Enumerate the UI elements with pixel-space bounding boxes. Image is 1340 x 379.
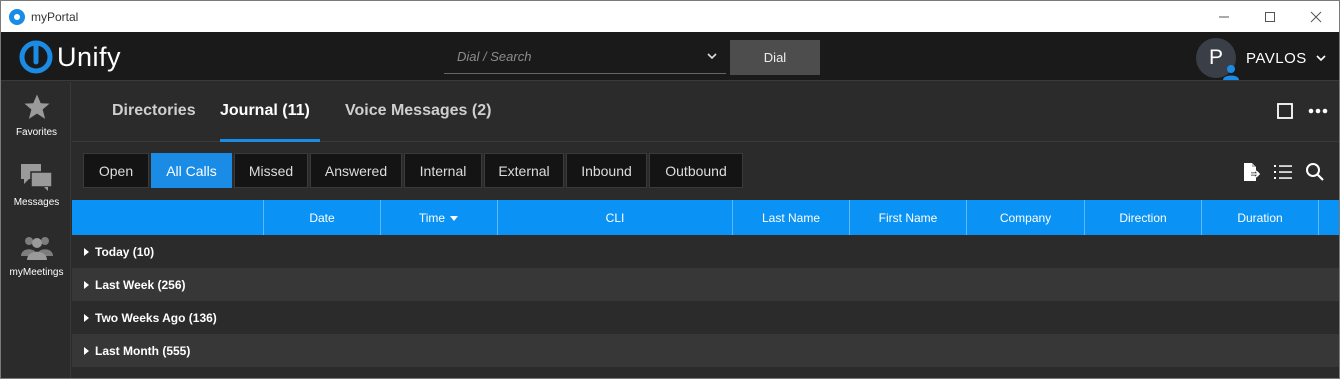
expand-triangle-icon [84, 280, 89, 289]
logo-text: Unify [57, 41, 122, 72]
group-label: Today (10) [95, 244, 155, 259]
window-controls [1201, 1, 1339, 32]
dial-button[interactable]: Dial [730, 40, 820, 75]
chevron-down-icon[interactable] [1315, 52, 1327, 64]
column-header-trailing [1319, 200, 1339, 235]
group-row-today[interactable]: Today (10) [72, 235, 1339, 268]
journal-groups: Today (10) Last Week (256) Two Weeks Ago… [72, 235, 1339, 367]
sort-descending-icon [450, 215, 459, 221]
column-header-expander [72, 200, 264, 235]
column-header-company[interactable]: Company [967, 200, 1085, 235]
grid-tools [1234, 160, 1330, 184]
minimize-button[interactable] [1201, 1, 1247, 32]
column-list-button[interactable] [1268, 160, 1298, 184]
column-header-label: Time [418, 210, 446, 225]
more-options-icon[interactable] [1308, 102, 1328, 120]
main-content: Directories Journal (11) Voice Messages … [72, 82, 1339, 378]
call-filters: Open All Calls Missed Answered Internal … [83, 153, 745, 188]
sidebar-item-label: myMeetings [9, 267, 64, 278]
unify-logo-icon [19, 40, 53, 74]
user-menu[interactable]: P PAVLOS [1196, 38, 1327, 80]
filter-answered-button[interactable]: Answered [310, 153, 402, 188]
minimize-icon [1219, 16, 1229, 17]
expand-triangle-icon [84, 247, 89, 256]
tab-voice-messages[interactable]: Voice Messages (2) [345, 102, 491, 120]
dial-search-input[interactable] [444, 40, 684, 72]
app-window: myPortal Unify Dial / Search Dial P PAVL… [0, 0, 1340, 379]
unify-logo: Unify [19, 40, 121, 74]
expand-triangle-icon [84, 313, 89, 322]
tab-actions [1276, 102, 1328, 120]
group-label: Last Week (256) [95, 277, 186, 292]
sidebar-item-label: Messages [13, 197, 60, 208]
chat-bubbles-icon [20, 164, 53, 191]
group-icon [20, 237, 53, 260]
sidebar: Favorites Messages myMeetings [2, 82, 71, 378]
tab-journal[interactable]: Journal (11) [220, 102, 310, 120]
group-label: Last Month (555) [95, 343, 191, 358]
group-label: Two Weeks Ago (136) [95, 310, 217, 325]
user-status-icon [1223, 65, 1239, 80]
group-row-last-week[interactable]: Last Week (256) [72, 268, 1339, 301]
export-button[interactable] [1236, 160, 1266, 184]
journal-grid-header: Date Time CLI Last Name First Name Compa… [72, 200, 1339, 235]
column-header-date[interactable]: Date [264, 200, 381, 235]
column-header-direction[interactable]: Direction [1085, 200, 1202, 235]
sidebar-item-messages[interactable]: Messages [2, 152, 71, 222]
group-row-two-weeks-ago[interactable]: Two Weeks Ago (136) [72, 301, 1339, 334]
filter-outbound-button[interactable]: Outbound [649, 153, 743, 188]
column-header-last-name[interactable]: Last Name [733, 200, 850, 235]
star-icon [24, 94, 49, 119]
group-row-last-month[interactable]: Last Month (555) [72, 334, 1339, 367]
export-icon [1244, 163, 1261, 181]
search-button[interactable] [1300, 160, 1330, 184]
chevron-down-icon[interactable] [706, 50, 718, 62]
avatar[interactable]: P [1196, 38, 1239, 80]
column-header-cli[interactable]: CLI [498, 200, 733, 235]
dial-search-box [444, 40, 726, 74]
sidebar-item-favorites[interactable]: Favorites [2, 82, 71, 152]
column-header-first-name[interactable]: First Name [850, 200, 967, 235]
column-header-duration[interactable]: Duration [1202, 200, 1319, 235]
search-icon [1306, 163, 1324, 181]
filter-internal-button[interactable]: Internal [404, 153, 482, 188]
close-button[interactable] [1293, 1, 1339, 32]
column-header-time[interactable]: Time [381, 200, 498, 235]
list-icon [1274, 165, 1292, 179]
sidebar-item-mymeetings[interactable]: myMeetings [2, 222, 71, 292]
user-name: PAVLOS [1246, 49, 1307, 67]
maximize-icon [1265, 11, 1275, 22]
window-title: myPortal [31, 9, 79, 24]
avatar-initial: P [1208, 46, 1223, 69]
filter-all-calls-button[interactable]: All Calls [151, 153, 232, 188]
window-mode-icon[interactable] [1276, 102, 1294, 120]
filter-open-button[interactable]: Open [83, 153, 149, 188]
filter-external-button[interactable]: External [484, 153, 564, 188]
title-bar: myPortal [1, 1, 1339, 32]
maximize-button[interactable] [1247, 1, 1293, 32]
expand-triangle-icon [84, 346, 89, 355]
filter-inbound-button[interactable]: Inbound [566, 153, 647, 188]
top-header: Unify Dial P PAVLOS [1, 32, 1339, 81]
sidebar-item-label: Favorites [15, 127, 58, 138]
app-icon [9, 8, 25, 25]
close-icon [1310, 11, 1322, 22]
tab-bar: Directories Journal (11) Voice Messages … [72, 82, 1339, 142]
filter-missed-button[interactable]: Missed [234, 153, 308, 188]
tab-directories[interactable]: Directories [112, 102, 196, 120]
filter-toolbar: Open All Calls Missed Answered Internal … [72, 142, 1339, 200]
